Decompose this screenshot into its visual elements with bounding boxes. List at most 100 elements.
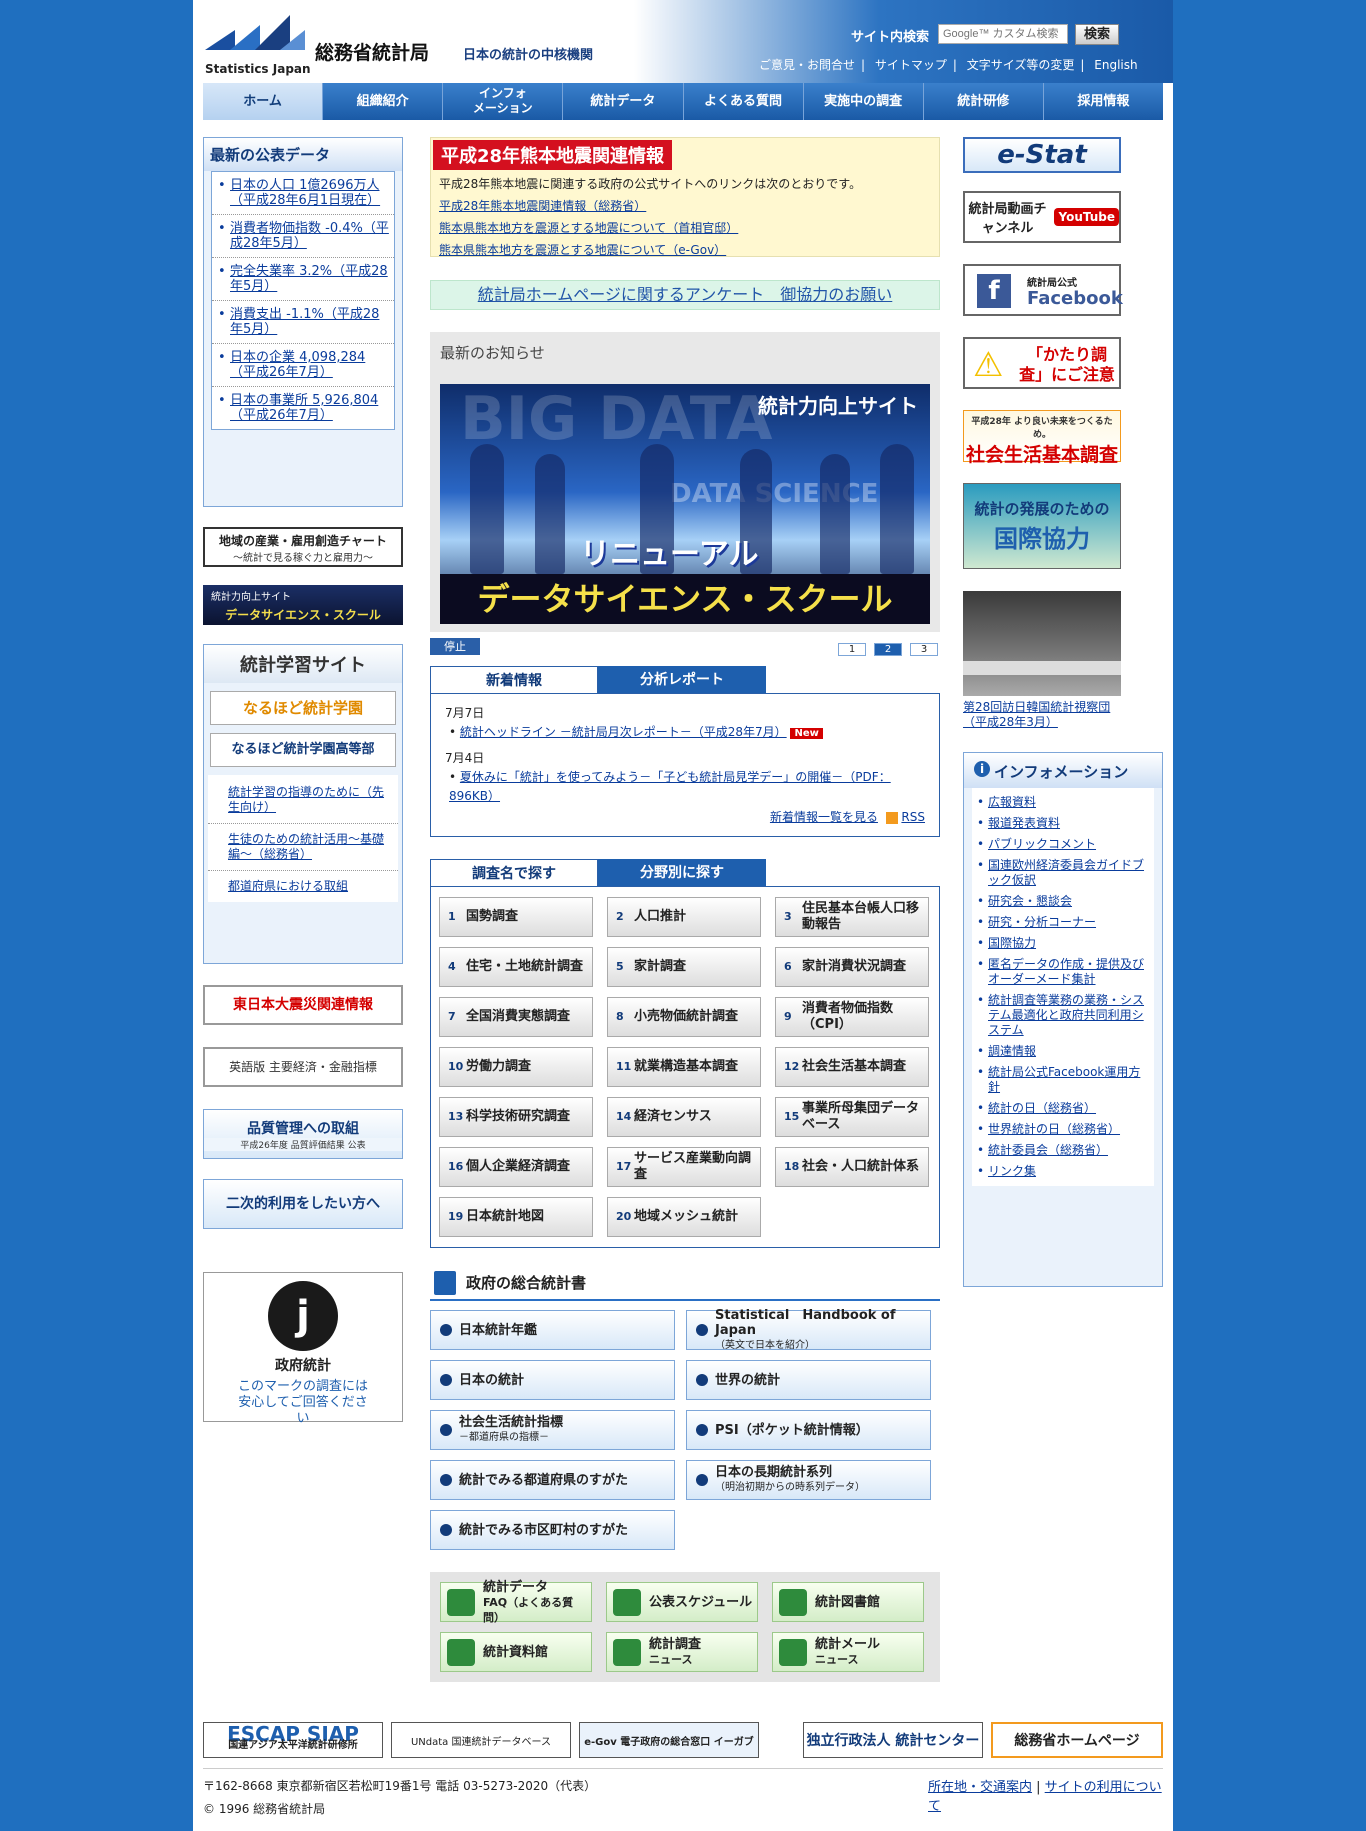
sitemap-link[interactable]: サイトマップ (875, 58, 947, 72)
undata-logo[interactable]: UNdata 国連統計データベース (391, 1722, 571, 1758)
kumamoto-link-kantei[interactable]: 熊本県熊本地方を震源とする地震について（首相官邸） (439, 217, 861, 239)
information-link[interactable]: 研究・分析コーナー (972, 912, 1150, 933)
gov-book-button[interactable]: 日本の長期統計系列 （明治初期からの時系列データ） (686, 1460, 931, 1500)
learning-link-prefectures[interactable]: 都道府県における取組 (208, 871, 398, 902)
tab-search-by-field[interactable]: 分野別に探す (598, 859, 766, 887)
regional-chart-banner[interactable]: 地域の産業・雇用創造チャート ～統計で見る稼ぐ力と雇用力～ (203, 527, 403, 567)
tab-search-by-survey[interactable]: 調査名で探す (430, 859, 598, 887)
bottom-link-button[interactable]: 統計図書館 (772, 1582, 924, 1622)
survey-button-10[interactable]: 10 労働力調査 (439, 1047, 593, 1087)
gov-book-button[interactable]: Statistical Handbook of Japan （英文で日本を紹介） (686, 1308, 931, 1351)
soumu-homepage-logo[interactable]: 総務省ホームページ (991, 1722, 1163, 1758)
carousel-stop-button[interactable]: 停止 (430, 638, 480, 655)
information-link[interactable]: 統計の日（総務省） (972, 1098, 1150, 1119)
nav-current-surveys[interactable]: 実施中の調査 (803, 83, 924, 120)
information-link[interactable]: 調達情報 (972, 1041, 1150, 1062)
search-button[interactable]: 検索 (1075, 24, 1119, 45)
information-link[interactable]: リンク集 (972, 1161, 1150, 1182)
shakai-seikatsu-banner[interactable]: 平成28年 より良い未来をつくるため。 社会生活基本調査 (963, 410, 1121, 466)
information-link[interactable]: 広報資料 (972, 792, 1150, 813)
ds-school-banner[interactable]: 統計力向上サイト データサイエンス・スクール (203, 585, 403, 625)
naruhodo-banner[interactable]: なるほど統計学園 (210, 691, 396, 725)
gov-book-button[interactable]: 統計でみる都道府県のすがた (430, 1460, 675, 1500)
information-link[interactable]: 統計調査等業務の業務・システム最適化と政府共同利用システム (972, 990, 1150, 1041)
secondary-use-banner[interactable]: 二次的利用をしたい方へ (203, 1179, 403, 1229)
carousel-page-1[interactable]: 1 (838, 643, 866, 656)
information-link[interactable]: 統計委員会（総務省） (972, 1140, 1150, 1161)
gov-book-button[interactable]: PSI（ポケット統計情報） (686, 1410, 931, 1450)
information-link[interactable]: 国際協力 (972, 933, 1150, 954)
bottom-link-button[interactable]: 統計データ FAQ（よくある質問） (440, 1580, 592, 1624)
tab-analysis-report[interactable]: 分析レポート (598, 666, 766, 694)
contact-link[interactable]: ご意見・お問合せ (759, 58, 855, 72)
latest-data-cpi[interactable]: 消費者物価指数 -0.4%（平成28年5月） (212, 215, 394, 258)
rss-link[interactable]: RSS (901, 810, 925, 824)
kumamoto-link-soumu[interactable]: 平成28年熊本地震関連情報（総務省） (439, 195, 861, 217)
great-east-japan-earthquake-banner[interactable]: 東日本大震災関連情報 (203, 985, 403, 1025)
logo-japanese-text[interactable]: 総務省統計局 (315, 38, 429, 65)
survey-button-1[interactable]: 1 国勢調査 (439, 897, 593, 937)
gov-book-button[interactable]: 統計でみる市区町村のすがた (430, 1510, 675, 1550)
facebook-banner[interactable]: f 統計局公式 Facebook (963, 264, 1123, 316)
bottom-link-button[interactable]: 統計調査 ニュース (606, 1632, 758, 1672)
survey-button-6[interactable]: 6 家計消費状況調査 (775, 947, 929, 987)
hero-banner[interactable]: BIG DATA DATA SCIENCE 統計力向上サイト リニューアル デー… (440, 384, 930, 624)
news-item-2[interactable]: 夏休みに「統計」を使ってみよう－「子ども統計局見学デー」の開催－（PDF：896… (449, 770, 891, 803)
font-size-link[interactable]: 文字サイズ等の変更 (967, 58, 1075, 72)
latest-data-unemployment[interactable]: 完全失業率 3.2%（平成28年5月） (212, 258, 394, 301)
latest-data-consumption[interactable]: 消費支出 -1.1%（平成28年5月） (212, 301, 394, 344)
carousel-page-3[interactable]: 3 (910, 643, 938, 656)
search-input[interactable] (938, 24, 1068, 44)
nav-statistics-data[interactable]: 統計データ (563, 83, 684, 120)
english-link[interactable]: English (1094, 58, 1137, 72)
nav-information[interactable]: インフォ メーション (443, 83, 564, 120)
nav-home[interactable]: ホーム (203, 83, 324, 120)
delegation-caption[interactable]: 第28回訪日韓国統計視察団（平成28年3月） (963, 700, 1128, 730)
bottom-link-button[interactable]: 統計資料館 (440, 1632, 592, 1672)
statistics-japan-logo-icon[interactable] (205, 10, 305, 60)
latest-data-enterprises[interactable]: 日本の企業 4,098,284（平成26年7月） (212, 344, 394, 387)
information-link[interactable]: 匿名データの作成・提供及びオーダーメード集計 (972, 954, 1150, 990)
learning-link-students[interactable]: 生徒のための統計活用～基礎編～（総務省） (208, 824, 398, 871)
latest-data-population[interactable]: 日本の人口 1億2696万人（平成28年6月1日現在） (212, 172, 394, 215)
bottom-link-button[interactable]: 統計メール ニュース (772, 1632, 924, 1672)
naruhodo-high-banner[interactable]: なるほど統計学園高等部 (210, 733, 396, 767)
survey-button-5[interactable]: 5 家計調査 (607, 947, 761, 987)
survey-button-8[interactable]: 8 小売物価統計調査 (607, 997, 761, 1037)
nav-training[interactable]: 統計研修 (923, 83, 1044, 120)
carousel-page-2[interactable]: 2 (874, 643, 902, 656)
information-link[interactable]: 報道発表資料 (972, 813, 1150, 834)
news-item-1[interactable]: 統計ヘッドライン －統計局月次レポート－（平成28年7月） (460, 725, 787, 739)
gov-book-button[interactable]: 日本統計年鑑 (430, 1310, 675, 1350)
learning-link-teachers[interactable]: 統計学習の指導のために（先生向け） (208, 775, 398, 824)
delegation-photo[interactable] (963, 591, 1121, 696)
gov-book-button[interactable]: 社会生活統計指標 －都道府県の指標－ (430, 1410, 675, 1450)
bottom-link-button[interactable]: 公表スケジュール (606, 1582, 758, 1622)
survey-button-9[interactable]: 9 消費者物価指数（CPI） (775, 997, 929, 1037)
survey-request-banner[interactable]: 統計局ホームページに関するアンケート 御協力のお願い (430, 280, 940, 310)
latest-data-establishments[interactable]: 日本の事業所 5,926,804（平成26年7月） (212, 387, 394, 429)
survey-button-2[interactable]: 2 人口推計 (607, 897, 761, 937)
youtube-banner[interactable]: 統計局動画チャンネル YouTube (963, 191, 1121, 243)
gov-book-button[interactable]: 日本の統計 (430, 1360, 675, 1400)
estat-banner[interactable]: e-Stat (963, 137, 1121, 173)
quality-management-banner[interactable]: 品質管理への取組 平成26年度 品質評価結果 公表 (203, 1109, 403, 1159)
international-cooperation-banner[interactable]: 統計の発展のための 国際協力 (963, 483, 1121, 569)
survey-button-20[interactable]: 20 地域メッシュ統計 (607, 1197, 761, 1237)
survey-button-3[interactable]: 3 住民基本台帳人口移動報告 (775, 897, 929, 937)
escap-siap-logo[interactable]: ESCAP SIAP 国連アジア太平洋統計研修所 (203, 1722, 383, 1758)
survey-button-4[interactable]: 4 住宅・土地統計調査 (439, 947, 593, 987)
access-link[interactable]: 所在地・交通案内 (928, 1780, 1032, 1795)
survey-button-15[interactable]: 15 事業所母集団データベース (775, 1097, 929, 1137)
survey-button-17[interactable]: 17 サービス産業動向調査 (607, 1147, 761, 1187)
survey-button-13[interactable]: 13 科学技術研究調査 (439, 1097, 593, 1137)
information-link[interactable]: 研究会・懇談会 (972, 891, 1150, 912)
survey-button-19[interactable]: 19 日本統計地図 (439, 1197, 593, 1237)
english-indicators-banner[interactable]: 英語版 主要経済・金融指標 (203, 1047, 403, 1087)
survey-button-18[interactable]: 18 社会・人口統計体系 (775, 1147, 929, 1187)
kumamoto-link-egov[interactable]: 熊本県熊本地方を震源とする地震について（e-Gov） (439, 239, 861, 261)
information-link[interactable]: 世界統計の日（総務省） (972, 1119, 1150, 1140)
stats-center-logo[interactable]: 独立行政法人 統計センター (803, 1722, 983, 1758)
information-link[interactable]: 国連欧州経済委員会ガイドブック仮訳 (972, 855, 1150, 891)
nav-organization[interactable]: 組織紹介 (323, 83, 444, 120)
